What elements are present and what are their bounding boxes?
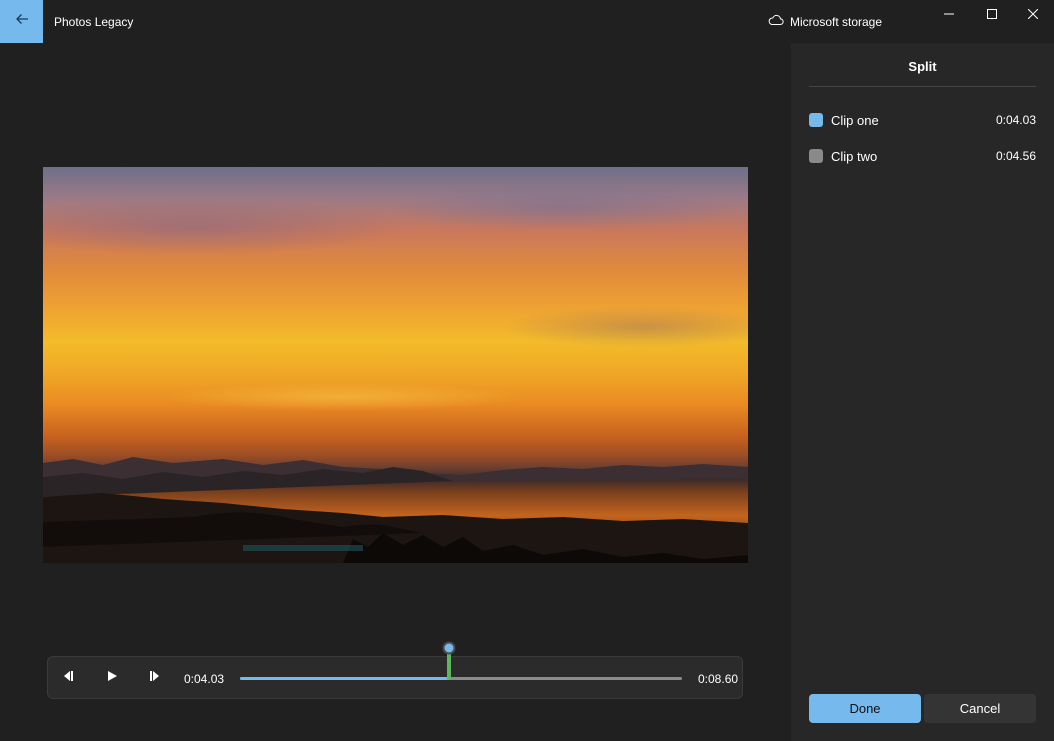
close-icon [1027,6,1039,24]
playhead-thumb[interactable] [442,641,456,655]
cancel-button[interactable]: Cancel [924,694,1036,723]
back-button[interactable] [0,0,43,43]
previous-frame-icon [61,669,75,687]
previous-frame-button[interactable] [59,669,77,687]
playback-bar: 0:04.03 0:08.60 [47,656,743,699]
current-time: 0:04.03 [184,672,225,686]
clip-one-color-swatch [809,113,823,127]
storage-label: Microsoft storage [790,14,883,29]
timeline-track[interactable] [240,677,682,680]
next-frame-icon [148,669,162,687]
panel-title: Split [908,59,937,74]
maximize-icon [987,6,997,24]
minimize-button[interactable] [926,0,972,30]
video-preview[interactable] [43,167,748,563]
clip-two-duration: 0:04.56 [995,149,1036,163]
clip-two-color-swatch [809,149,823,163]
clip-one-duration: 0:04.03 [995,113,1036,127]
clip-two-label: Clip two [831,148,878,164]
clip-row-two[interactable]: Clip two 0:04.56 [809,146,1036,166]
landscape-silhouette [43,457,748,563]
done-button[interactable]: Done [809,694,921,723]
storage-indicator[interactable]: Microsoft storage [768,14,882,29]
play-button[interactable] [103,669,121,687]
split-marker[interactable] [447,652,451,680]
next-frame-button[interactable] [146,669,164,687]
maximize-button[interactable] [969,0,1015,30]
panel-divider [809,86,1036,87]
close-button[interactable] [1010,0,1054,30]
back-arrow-icon [15,12,29,31]
total-time: 0:08.60 [698,672,739,686]
app-title: Photos Legacy [54,15,134,29]
split-panel: Split Clip one 0:04.03 Clip two 0:04.56 … [791,43,1054,741]
cloud-icon [768,14,790,29]
minimize-icon [944,6,954,24]
photos-app-window: Photos Legacy Microsoft storage 0:04.03 … [0,0,1054,741]
clip-one-label: Clip one [831,112,879,128]
clip-row-one[interactable]: Clip one 0:04.03 [809,110,1036,130]
timeline-progress [240,677,448,680]
play-icon [106,669,118,687]
